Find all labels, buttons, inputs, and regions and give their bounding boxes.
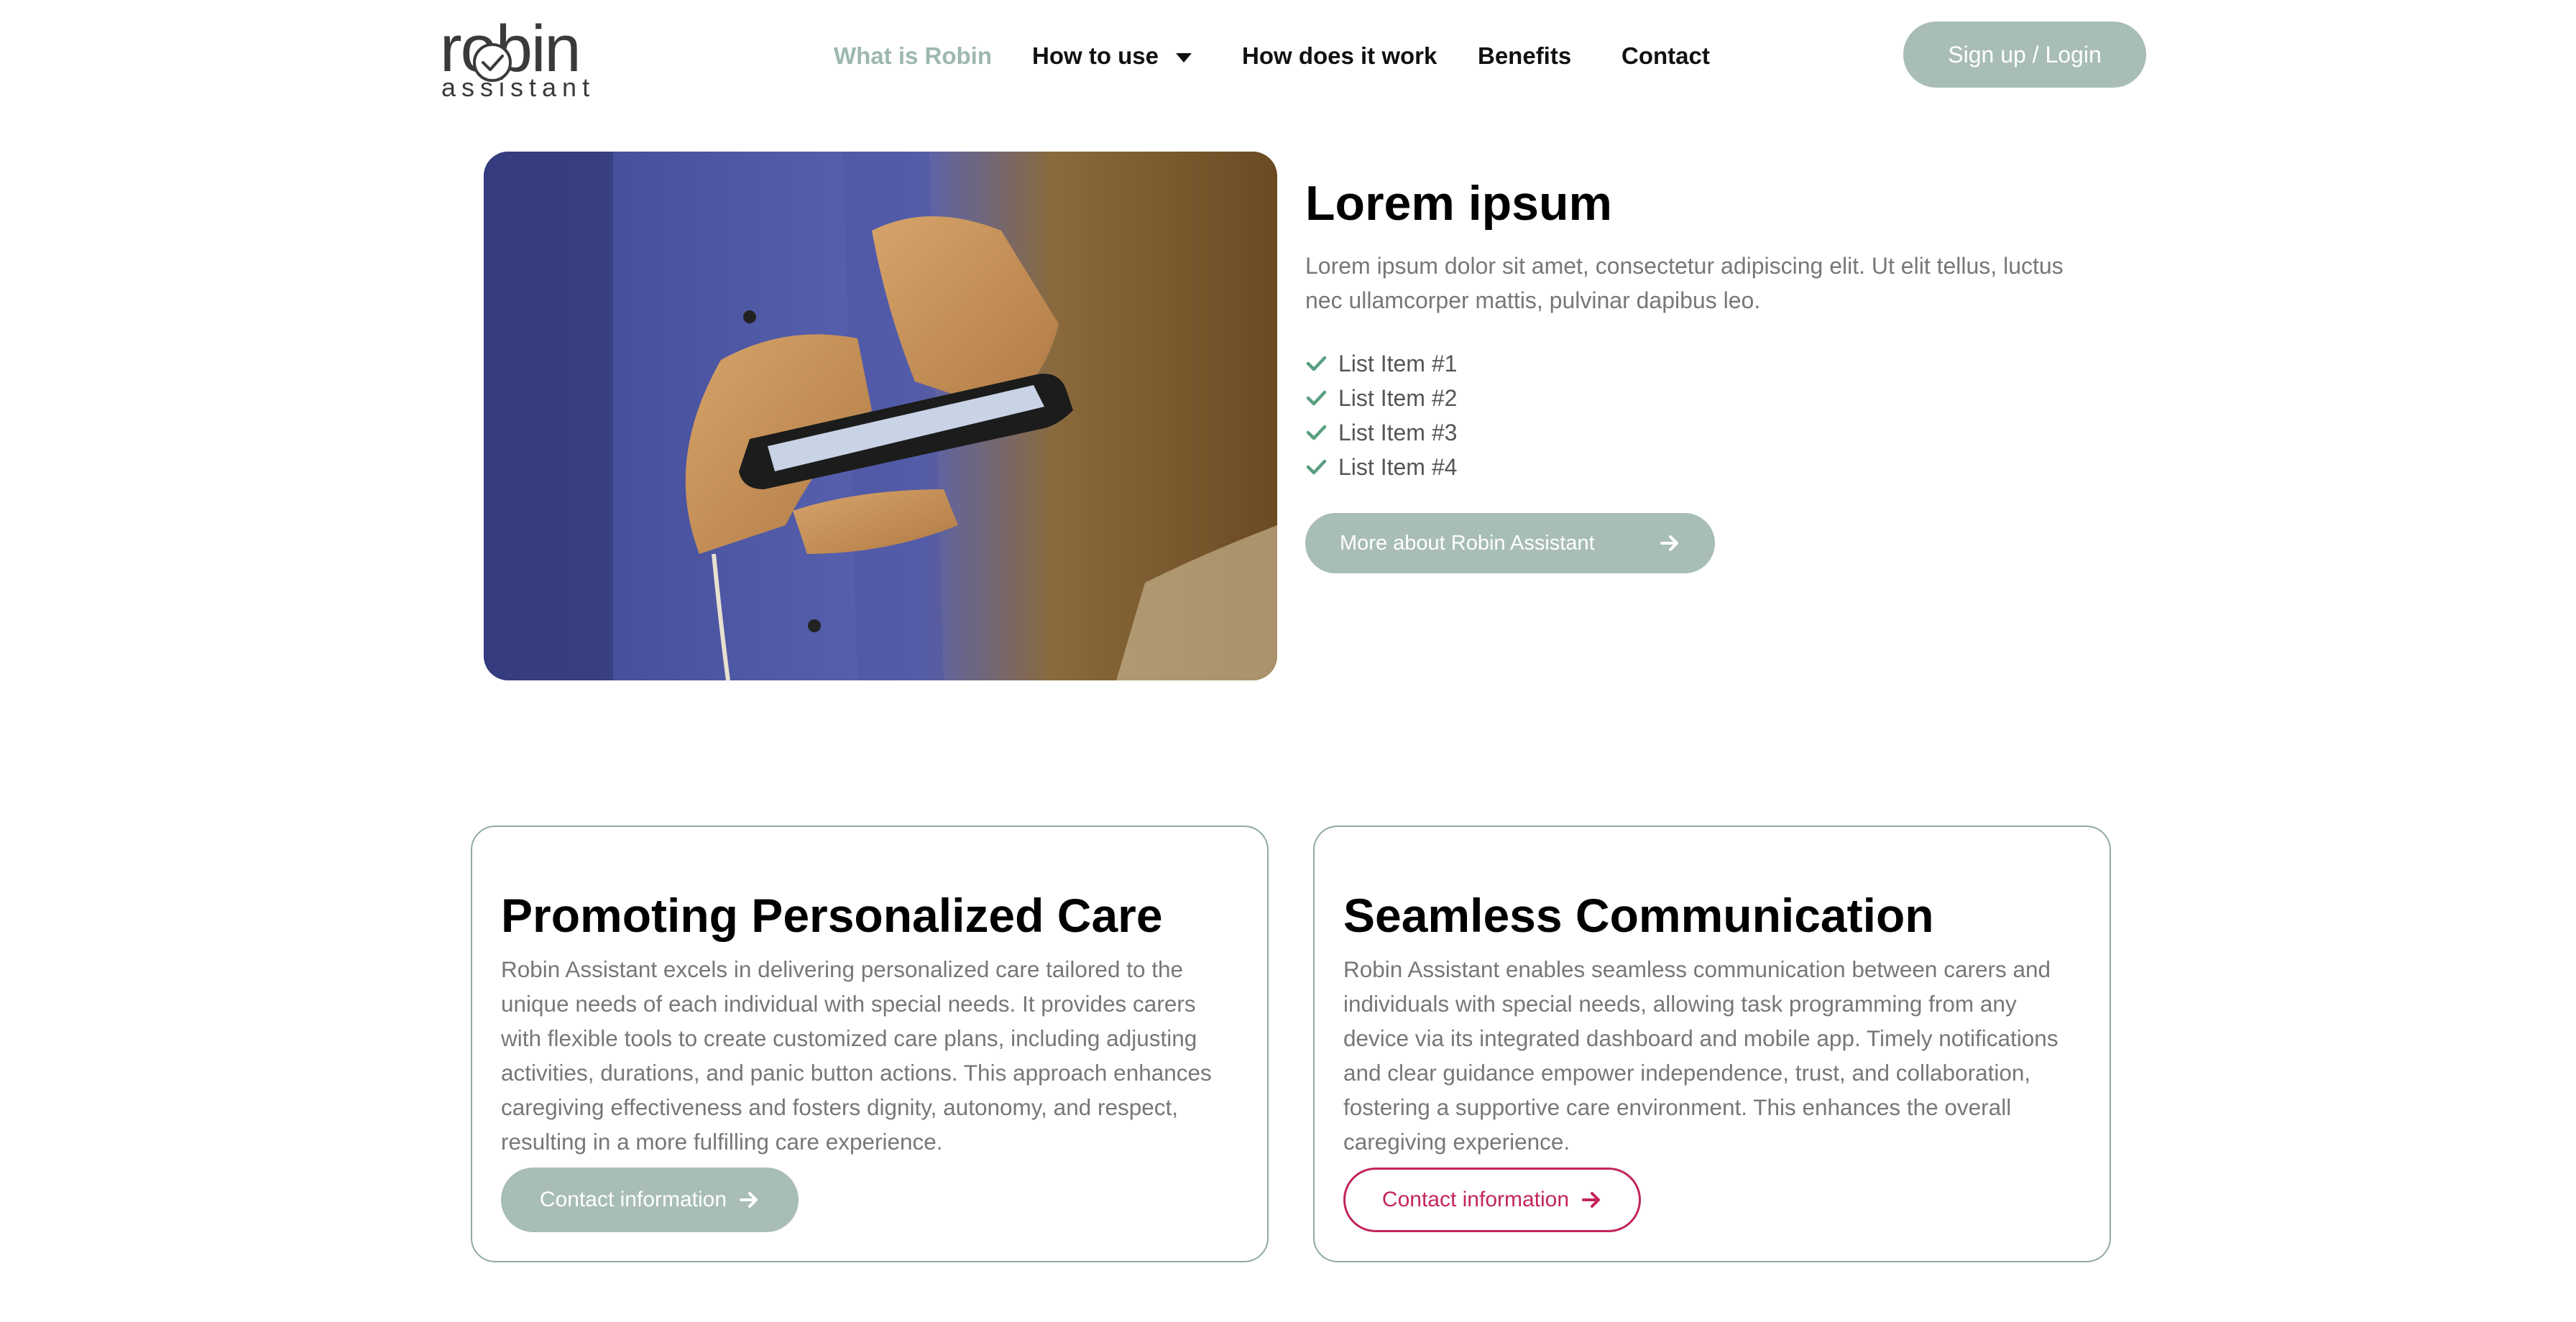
feature-checklist: List Item #1 List Item #2 List Item #3 L… <box>1305 346 1457 484</box>
nav-item-benefits[interactable]: Benefits <box>1478 42 1571 70</box>
list-item: List Item #1 <box>1305 346 1457 381</box>
card-text: Robin Assistant excels in delivering per… <box>501 956 1212 1155</box>
list-item: List Item #2 <box>1305 381 1457 415</box>
hero-image <box>484 152 1277 680</box>
list-item: List Item #3 <box>1305 415 1457 450</box>
list-item-label: List Item #4 <box>1338 453 1458 480</box>
hero-description: Lorem ipsum dolor sit amet, consectetur … <box>1305 253 2064 313</box>
check-icon <box>1306 390 1327 406</box>
card-personalized-care: Promoting Personalized Care Robin Assist… <box>471 826 1269 1262</box>
check-icon <box>1306 459 1327 475</box>
signup-login-button[interactable]: Sign up / Login <box>1903 22 2146 88</box>
button-label: More about Robin Assistant <box>1340 531 1595 555</box>
arrow-right-icon <box>1582 1192 1601 1208</box>
card-text: Robin Assistant enables seamless communi… <box>1343 956 2058 1155</box>
card-seamless-communication: Seamless Communication Robin Assistant e… <box>1313 826 2111 1262</box>
nav-item-how-does-it-work[interactable]: How does it work <box>1242 42 1437 70</box>
main-nav: What is Robin How to use How does it wor… <box>0 42 2576 70</box>
nav-item-label: How to use <box>1032 42 1159 69</box>
nav-item-what-is-robin[interactable]: What is Robin <box>834 42 992 70</box>
card-title: Seamless Communication <box>1343 888 1934 942</box>
contact-information-button[interactable]: Contact information <box>1343 1168 1641 1232</box>
card-title: Promoting Personalized Care <box>501 888 1163 942</box>
button-label: Contact information <box>1381 1188 1570 1211</box>
site-header: robin assistant What is Robin How to use… <box>0 0 2576 122</box>
arrow-right-icon <box>740 1192 758 1208</box>
list-item-label: List Item #2 <box>1338 384 1458 411</box>
chevron-down-icon <box>1176 52 1192 63</box>
list-item-label: List Item #3 <box>1338 419 1458 445</box>
logo-subtitle: assistant <box>441 73 596 102</box>
check-icon <box>1306 356 1327 371</box>
hero-title: Lorem ipsum <box>1305 175 1612 231</box>
list-item-label: List Item #1 <box>1338 350 1458 376</box>
list-item: List Item #4 <box>1305 450 1457 484</box>
button-label: Contact information <box>539 1188 727 1211</box>
more-about-robin-button[interactable]: More about Robin Assistant <box>1305 513 1715 573</box>
arrow-right-icon <box>1660 535 1678 551</box>
nav-item-contact[interactable]: Contact <box>1622 42 1710 70</box>
contact-information-button[interactable]: Contact information <box>501 1168 799 1232</box>
phone-in-hands-photo-icon <box>484 152 1277 680</box>
check-icon <box>1306 425 1327 440</box>
nav-item-how-to-use[interactable]: How to use <box>1032 42 1192 70</box>
